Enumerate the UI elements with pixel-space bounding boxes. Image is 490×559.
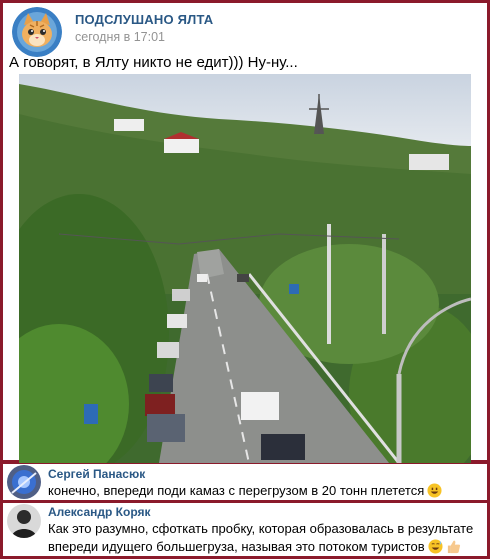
comment-author-name[interactable]: Александр Коряк	[48, 505, 151, 519]
comment-author-avatar[interactable]	[7, 465, 41, 499]
cat-avatar-icon	[12, 7, 62, 57]
traffic-jam-photo-icon	[19, 74, 471, 463]
post-text: А говорят, в Ялту никто не едит))) Ну-ну…	[9, 54, 298, 71]
comment-text: Как это разумно, сфоткать пробку, котора…	[48, 520, 483, 556]
user-avatar-icon	[7, 465, 41, 499]
user-avatar-icon	[7, 504, 41, 538]
comment-item: Сергей Панасюк конечно, впереди поди кам…	[3, 464, 487, 500]
comment-author-name[interactable]: Сергей Панасюк	[48, 467, 145, 481]
comment-item: Александр Коряк Как это разумно, сфоткат…	[3, 503, 487, 556]
comment-author-avatar[interactable]	[7, 504, 41, 538]
post-card: ПОДСЛУШАНО ЯЛТА сегодня в 17:01 А говоря…	[3, 3, 487, 463]
comment-text-body: конечно, впереди поди камаз с перегрузом…	[48, 483, 425, 498]
comment-text: конечно, впереди поди камаз с перегрузом…	[48, 482, 483, 500]
comment-text-body: Как это разумно, сфоткать пробку, котора…	[48, 521, 474, 554]
post-photo[interactable]	[19, 74, 471, 463]
group-name-link[interactable]: ПОДСЛУШАНО ЯЛТА	[75, 12, 213, 27]
group-avatar[interactable]	[12, 7, 62, 57]
grinning-sweat-face-icon	[428, 539, 443, 554]
thumbs-up-icon	[447, 540, 460, 554]
grinning-face-icon	[427, 483, 442, 498]
post-timestamp[interactable]: сегодня в 17:01	[75, 30, 165, 44]
